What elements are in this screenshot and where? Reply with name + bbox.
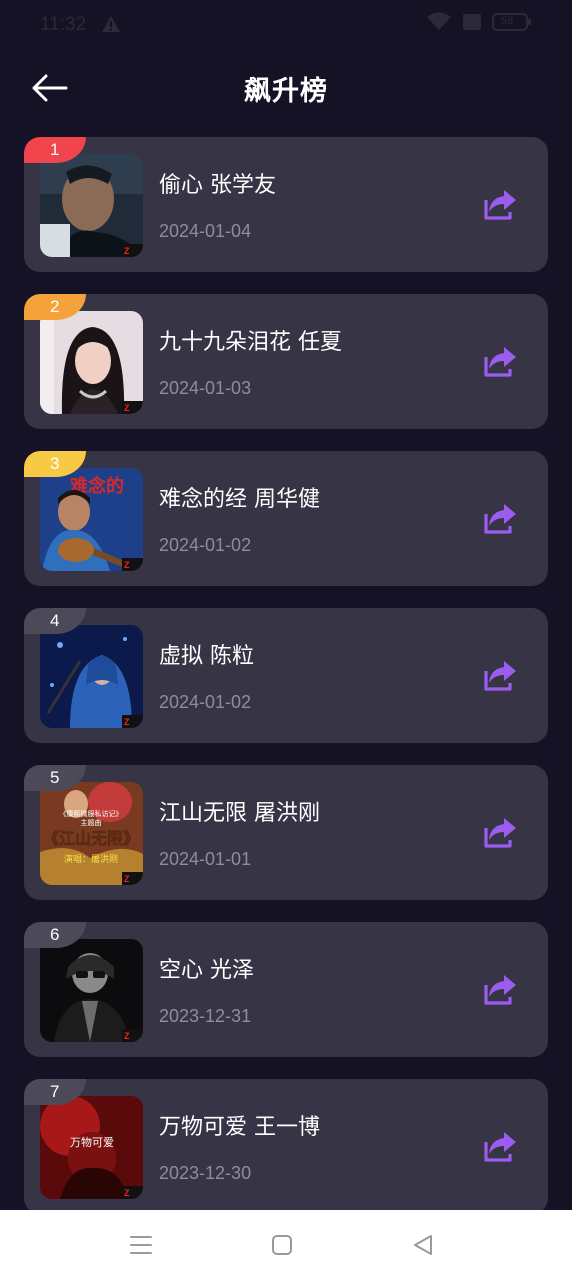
svg-text:Z: Z [124, 717, 130, 727]
song-date: 2024-01-02 [159, 535, 252, 555]
share-icon [484, 190, 516, 220]
song-item[interactable]: 3 难念的 Z 难念的经 周华健 2024-01-02 [24, 451, 548, 586]
status-bar: 11:32 58 [0, 0, 572, 50]
sim-icon [462, 13, 482, 31]
cover-text: 《江山无限》 [43, 829, 139, 848]
share-icon [484, 818, 516, 848]
song-date: 2024-01-04 [159, 221, 252, 241]
album-cover: Z [40, 625, 143, 728]
battery-icon: 58 [492, 12, 532, 32]
svg-text:Z: Z [124, 560, 130, 570]
system-back-button[interactable] [410, 1232, 436, 1258]
recent-apps-button[interactable] [128, 1232, 154, 1258]
warning-icon [101, 14, 121, 34]
song-item[interactable]: 7 万物可爱 Z 万物可爱 王一博 2023-12-30 [24, 1079, 548, 1214]
song-title: 偷心 张学友 [159, 173, 276, 198]
cover-text: 主题曲 [81, 818, 102, 827]
album-cover: Z [40, 154, 143, 257]
song-item[interactable]: 1 Z 偷心 张学友 2024-01-04 [24, 137, 548, 272]
song-item[interactable]: 2 Z 九十九朵泪花 任夏 2024-01-03 [24, 294, 548, 429]
svg-text:Z: Z [124, 1188, 130, 1198]
album-cover: 万物可爱 Z [40, 1096, 143, 1199]
song-title: 虚拟 陈粒 [159, 644, 254, 669]
song-date: 2023-12-30 [159, 1163, 252, 1183]
status-icons: 58 [426, 12, 532, 32]
share-button[interactable] [482, 186, 518, 222]
home-button[interactable] [269, 1232, 295, 1258]
song-list: 1 Z 偷心 张学友 2024-01-04 2 Z 九十九朵泪花 任夏 2024… [24, 137, 548, 1236]
song-item[interactable]: 4 Z 虚拟 陈粒 2024-01-02 [24, 608, 548, 743]
share-icon [484, 504, 516, 534]
share-icon [484, 975, 516, 1005]
album-cover: 难念的 Z [40, 468, 143, 571]
song-title: 难念的经 周华健 [159, 487, 320, 512]
share-icon [484, 1132, 516, 1162]
share-button[interactable] [482, 814, 518, 850]
song-date: 2024-01-02 [159, 692, 252, 712]
wifi-icon [426, 12, 452, 32]
home-square-icon [272, 1235, 292, 1255]
song-title: 万物可爱 王一博 [159, 1115, 320, 1140]
battery-level: 58 [501, 15, 514, 27]
system-nav-bar [0, 1210, 572, 1280]
song-title: 九十九朵泪花 任夏 [159, 330, 342, 355]
cover-text: 万物可爱 [70, 1135, 114, 1149]
song-date: 2024-01-01 [159, 849, 252, 869]
share-icon [484, 347, 516, 377]
share-button[interactable] [482, 343, 518, 379]
header: 飙升榜 [0, 55, 572, 121]
share-icon [484, 661, 516, 691]
back-triangle-icon [414, 1235, 432, 1255]
song-date: 2024-01-03 [159, 378, 252, 398]
song-item[interactable]: 6 Z 空心 光泽 2023-12-31 [24, 922, 548, 1057]
share-button[interactable] [482, 500, 518, 536]
screen: 11:32 58 飙升榜 1 Z 偷心 张学友 2024-01-04 2 Z 九… [0, 0, 572, 1280]
share-button[interactable] [482, 971, 518, 1007]
song-date: 2023-12-31 [159, 1006, 252, 1026]
share-button[interactable] [482, 1128, 518, 1164]
album-cover: Z [40, 311, 143, 414]
song-item[interactable]: 5 《康熙微服私访记》 主题曲 《江山无限》 演唱：屠洪刚 Z 江山无限 屠洪刚… [24, 765, 548, 900]
svg-text:Z: Z [124, 246, 130, 256]
share-button[interactable] [482, 657, 518, 693]
album-cover: 《康熙微服私访记》 主题曲 《江山无限》 演唱：屠洪刚 Z [40, 782, 143, 885]
svg-text:Z: Z [124, 1031, 130, 1041]
svg-text:Z: Z [124, 874, 130, 884]
song-title: 空心 光泽 [159, 958, 254, 983]
status-time: 11:32 [40, 14, 87, 35]
cover-text: 《康熙微服私访记》 [60, 809, 123, 818]
song-title: 江山无限 屠洪刚 [159, 801, 320, 826]
menu-icon [130, 1236, 152, 1254]
page-title: 飙升榜 [244, 76, 328, 107]
cover-text: 演唱：屠洪刚 [64, 853, 118, 865]
svg-text:Z: Z [124, 403, 130, 413]
album-cover: Z [40, 939, 143, 1042]
